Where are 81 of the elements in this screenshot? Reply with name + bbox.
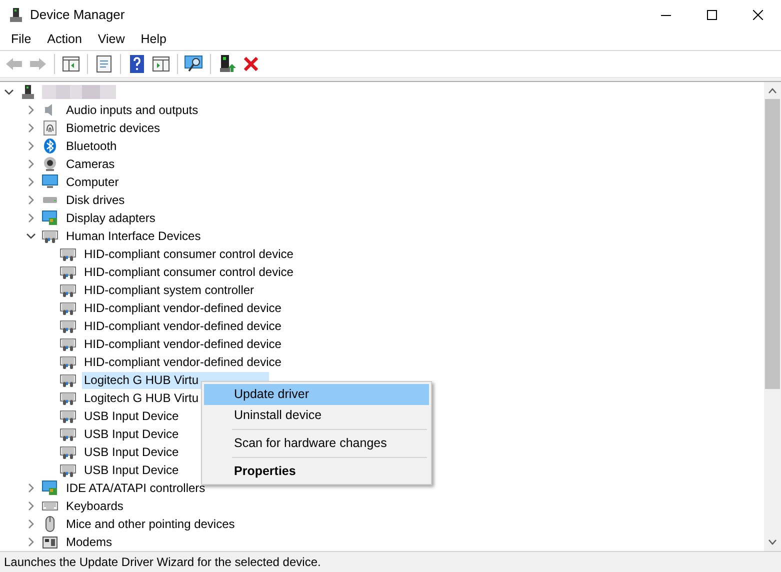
keyboard-mouse-icon <box>60 426 76 442</box>
expand-chevron-icon[interactable] <box>26 195 36 205</box>
fingerprint-icon <box>42 120 58 136</box>
menu-item[interactable]: Help <box>132 30 174 49</box>
maximize-icon <box>707 10 717 20</box>
keyboard-mouse-icon <box>60 264 76 280</box>
keyboard-mouse-icon <box>60 354 76 370</box>
tree-item[interactable]: IDE ATA/ATAPI controllers <box>64 480 208 496</box>
tree-item[interactable]: Disk drives <box>64 192 127 208</box>
tree-item[interactable]: Biometric devices <box>64 120 162 136</box>
tree-item[interactable]: HID-compliant vendor-defined device <box>82 318 284 334</box>
tree-item[interactable]: HID-compliant consumer control device <box>82 264 296 280</box>
tree-item[interactable]: Modems <box>64 534 114 550</box>
context-menu-item[interactable]: Properties <box>204 461 429 482</box>
tree-item[interactable]: HID-compliant vendor-defined device <box>82 354 284 370</box>
expand-chevron-icon[interactable] <box>26 519 36 529</box>
tree-item[interactable]: USB Input Device <box>82 408 181 424</box>
keyboard-mouse-icon <box>60 246 76 262</box>
display-adapter-icon <box>42 210 58 226</box>
context-menu-item[interactable]: Update driver <box>204 384 429 405</box>
expand-chevron-icon[interactable] <box>26 483 36 493</box>
keyboard-mouse-icon <box>60 318 76 334</box>
expand-chevron-icon[interactable] <box>26 159 36 169</box>
menu-item[interactable]: Action <box>39 30 90 49</box>
disk-drive-icon <box>42 197 58 203</box>
menu-item[interactable]: View <box>90 30 133 49</box>
action-pane-icon[interactable] <box>151 54 171 74</box>
driver-update-icon[interactable] <box>217 54 237 74</box>
menu-item[interactable]: File <box>3 30 40 49</box>
expand-chevron-icon[interactable] <box>26 141 36 151</box>
status-text: Launches the Update Driver Wizard for the selected device. <box>4 554 321 571</box>
keyboard-mouse-icon <box>60 336 76 352</box>
remove-x-icon[interactable] <box>241 54 261 74</box>
keyboard-mouse-icon <box>42 228 58 244</box>
computer-icon <box>20 84 36 100</box>
keyboard-mouse-icon <box>60 462 76 478</box>
tree-item[interactable]: USB Input Device <box>82 462 181 478</box>
tree-item[interactable]: Display adapters <box>64 210 158 226</box>
keyboard-mouse-icon <box>60 408 76 424</box>
help-icon[interactable] <box>127 54 147 74</box>
monitor-icon <box>42 174 58 190</box>
keyboard-mouse-icon <box>60 372 76 388</box>
expand-chevron-icon[interactable] <box>26 537 36 547</box>
display-adapter-icon <box>42 480 58 496</box>
console-tree-icon[interactable] <box>61 54 81 74</box>
tree-item[interactable]: USB Input Device <box>82 444 181 460</box>
scrollbar[interactable] <box>764 82 781 551</box>
tree-item[interactable]: Cameras <box>64 156 117 172</box>
tree-item[interactable]: Computer <box>64 174 121 190</box>
tree-item[interactable]: Bluetooth <box>64 138 119 154</box>
bluetooth-icon <box>42 138 58 154</box>
properties-sheet-icon[interactable] <box>94 54 114 74</box>
webcam-icon <box>42 156 58 172</box>
collapse-chevron-icon[interactable] <box>4 87 14 97</box>
context-menu-item[interactable]: Uninstall device <box>204 405 429 426</box>
keyboard-mouse-icon <box>60 444 76 460</box>
window-title: Device Manager <box>30 6 125 24</box>
collapse-chevron-icon[interactable] <box>26 231 36 241</box>
tree-item[interactable]: Logitech G HUB Virtu <box>82 390 200 406</box>
tree-item[interactable]: Human Interface Devices <box>64 228 203 244</box>
expand-chevron-icon[interactable] <box>26 105 36 115</box>
monitor-magnifier-icon[interactable] <box>184 54 204 74</box>
tree-item[interactable]: HID-compliant consumer control device <box>82 246 296 262</box>
device-manager-icon <box>8 6 24 22</box>
tree-item[interactable]: Keyboards <box>64 498 126 514</box>
modem-icon <box>42 534 58 550</box>
close-icon <box>753 10 763 20</box>
tree-item[interactable]: HID-compliant system controller <box>82 282 256 298</box>
tree-item[interactable]: Audio inputs and outputs <box>64 102 200 118</box>
expand-chevron-icon[interactable] <box>26 177 36 187</box>
keyboard-mouse-icon <box>60 390 76 406</box>
tree-item[interactable]: HID-compliant vendor-defined device <box>82 300 284 316</box>
context-menu-item[interactable]: Scan for hardware changes <box>204 433 429 454</box>
tree-item[interactable]: USB Input Device <box>82 426 181 442</box>
expand-chevron-icon[interactable] <box>26 501 36 511</box>
expand-chevron-icon[interactable] <box>26 213 36 223</box>
keyboard-mouse-icon <box>60 282 76 298</box>
tree-item[interactable]: Mice and other pointing devices <box>64 516 237 532</box>
expand-chevron-icon[interactable] <box>26 123 36 133</box>
tree-item[interactable]: HID-compliant vendor-defined device <box>82 336 284 352</box>
keyboard-mouse-icon <box>60 300 76 316</box>
